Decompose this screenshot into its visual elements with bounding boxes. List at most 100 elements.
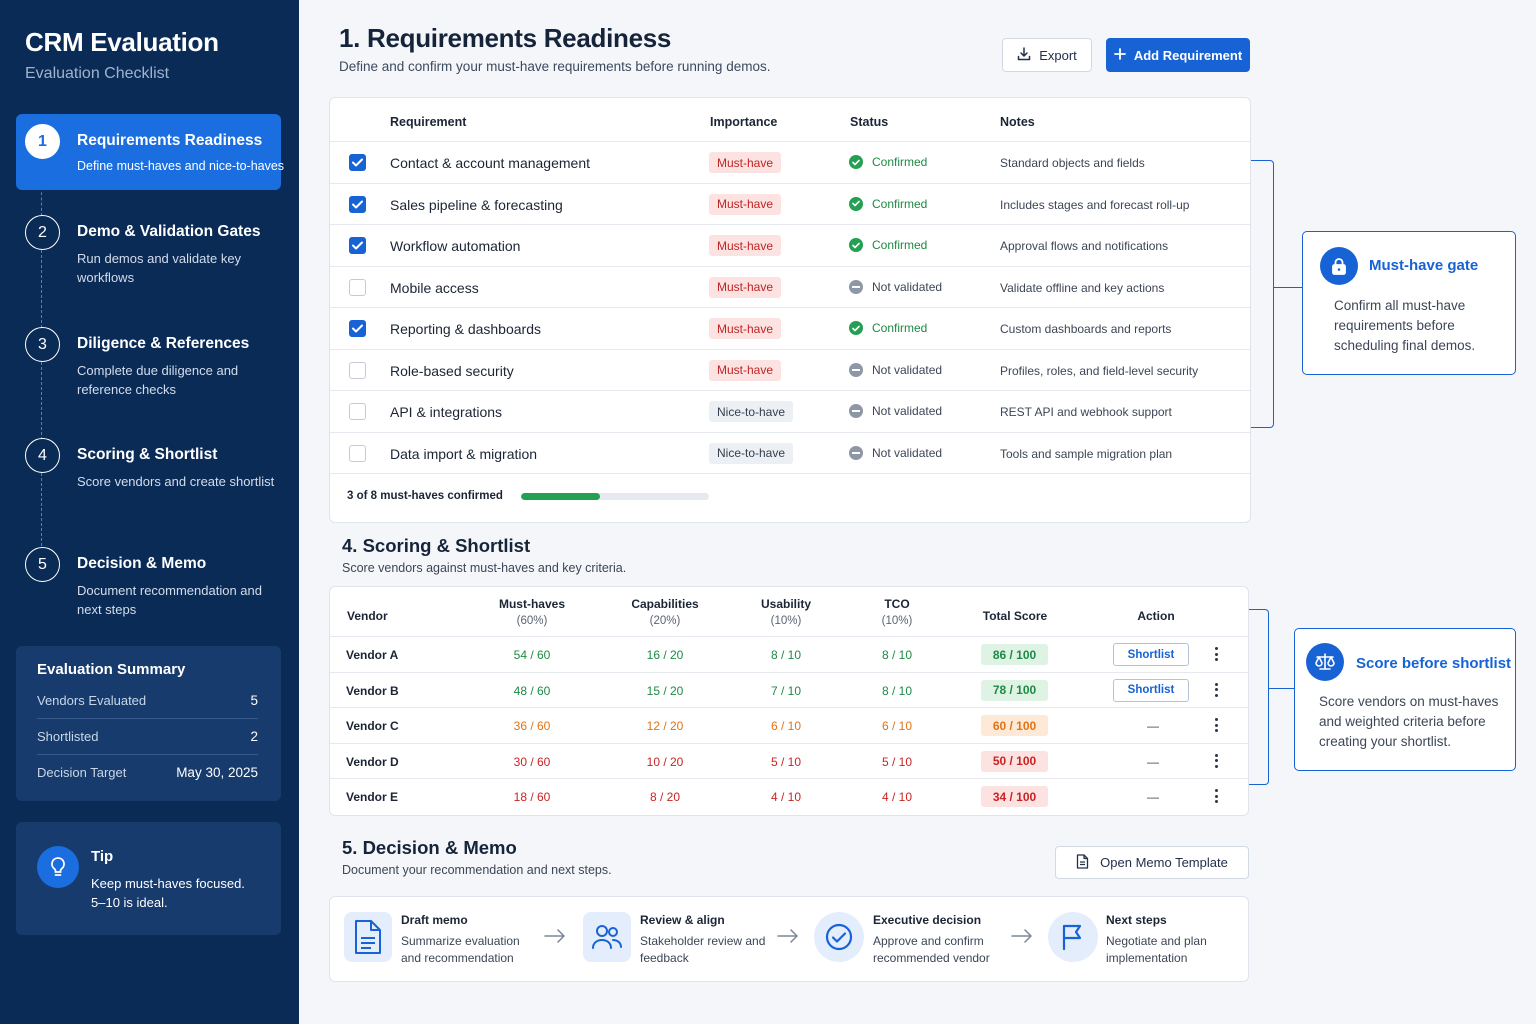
nav-step-diligence[interactable]: 3 Diligence & References Complete due di… [16,317,281,407]
shortlist-button[interactable]: Shortlist [1113,678,1189,702]
minus-circle-icon [849,279,863,294]
score-tco: 8 / 10 [881,648,913,662]
requirement-checkbox[interactable] [349,278,366,296]
nav-step-demo[interactable]: 2 Demo & Validation Gates Run demos and … [16,205,281,295]
flag-icon [1048,912,1098,962]
open-memo-template-button[interactable]: Open Memo Template [1055,846,1249,879]
sidebar: CRM Evaluation Evaluation Checklist 1 Re… [0,0,299,1024]
status-label: Not validated [872,404,943,418]
score-capabilities: 10 / 20 [646,754,684,769]
importance-badge: Nice-to-have [709,442,794,464]
score-capabilities: 8 / 20 [649,790,681,804]
scoring-title: 4. Scoring & Shortlist [342,535,531,556]
summary-title: Evaluation Summary [37,661,186,678]
importance-badge: Must-have [709,193,782,215]
export-label: Export [1039,47,1077,63]
status-label: Not validated [872,279,943,294]
no-action-dash: — [1147,790,1159,804]
col-header-usability: Usability (10%) [736,596,836,630]
col-header-weight: (20%) [649,615,681,627]
arrow-right-icon [1011,929,1032,943]
step-title: Scoring & Shortlist [77,446,218,463]
status-label: Confirmed [872,196,928,211]
nav-step-scoring[interactable]: 4 Scoring & Shortlist Score vendors and … [16,428,281,518]
arrow-right-icon [777,929,798,943]
step-number: 4 [25,438,60,473]
status-label: Not validated [872,362,943,377]
check-circle-icon [849,238,863,252]
tip-text: Keep must-haves focused. 5–10 is ideal. [91,876,245,910]
requirement-checkbox[interactable] [349,237,366,254]
vendor-name: Vendor C [346,719,399,733]
col-header-action: Action [1137,609,1175,623]
total-score-badge: 34 / 100 [981,786,1048,807]
requirement-checkbox[interactable] [349,444,366,462]
col-header-musthaves: Must-haves (60%) [482,596,582,630]
col-header-requirement: Requirement [390,115,467,129]
requirement-checkbox[interactable] [349,154,366,171]
vendor-name: Vendor D [346,754,399,769]
importance-badge: Must-have [709,235,782,256]
step-description: Document recommendation and next steps [77,583,262,617]
score-usability: 6 / 10 [770,719,802,733]
summary-row: Decision Target May 30, 2025 [37,754,258,790]
col-header-notes: Notes [1000,115,1035,129]
nav-step-requirements[interactable]: 1 Requirements Readiness Define must-hav… [16,114,284,190]
summary-row: Shortlisted 2 [37,719,258,755]
flow-step-desc: Stakeholder review and feedback [640,934,766,965]
flow-step-title: Draft memo [401,913,468,927]
score-usability: 4 / 10 [770,790,802,804]
evaluation-summary: Evaluation Summary Vendors Evaluated 5 S… [16,646,281,801]
table-row: Vendor B 48 / 60 15 / 20 7 / 10 8 / 10 78 / 1… [330,671,1248,708]
more-options-icon[interactable] [1210,752,1222,770]
requirement-note: Includes stages and forecast roll-up [1000,197,1190,212]
status-label: Confirmed [872,321,928,335]
requirement-checkbox[interactable] [349,195,366,213]
requirement-name: Workflow automation [390,238,521,254]
add-requirement-button[interactable]: Add Requirement [1106,38,1250,72]
tip-card: Tip Keep must-haves focused. 5–10 is ide… [16,822,281,935]
scoring-subtitle: Score vendors against must-haves and key… [342,561,627,575]
export-button[interactable]: Export [1002,38,1092,72]
decision-subtitle: Document your recommendation and next st… [342,863,612,877]
vendor-name: Vendor E [346,790,399,804]
more-options-icon[interactable] [1210,716,1222,734]
requirement-checkbox[interactable] [349,320,366,337]
nav-step-decision[interactable]: 5 Decision & Memo Document recommendatio… [16,537,281,627]
score-before-shortlist-callout: Score before shortlist Score vendors on … [1294,628,1516,771]
score-musthaves: 54 / 60 [513,648,551,662]
shortlist-button[interactable]: Shortlist [1113,643,1189,666]
more-options-icon[interactable] [1210,645,1222,663]
arrow-right-icon [544,929,565,943]
requirement-checkbox[interactable] [349,403,366,420]
col-header-weight: (10%) [881,615,913,627]
score-musthaves: 36 / 60 [513,719,551,733]
requirement-note: Standard objects and fields [1000,156,1145,170]
vendor-name: Vendor A [346,648,399,662]
add-requirement-label: Add Requirement [1133,47,1243,63]
status-indicator: Not validated [849,404,942,418]
score-connector [1269,688,1294,689]
table-row: Role-based security Must-have Not validate… [330,348,1250,391]
status-indicator: Confirmed [849,196,928,211]
people-icon [583,912,631,962]
table-row: Reporting & dashboards Must-have Confirmed… [330,307,1250,349]
requirement-name: Role-based security [390,362,514,379]
requirement-checkbox[interactable] [349,361,366,379]
more-options-icon[interactable] [1210,681,1222,699]
table-row: Vendor E 18 / 60 8 / 20 4 / 10 4 / 10 34 / 10… [330,778,1248,814]
page-subtitle: Define and confirm your must-have requir… [339,59,771,74]
check-circle-icon [849,196,863,211]
col-header-label: TCO [884,597,910,611]
status-label: Not validated [872,445,943,460]
score-musthaves: 48 / 60 [513,683,551,698]
col-header-weight: (60%) [516,615,548,627]
col-header-status: Status [850,115,889,129]
score-callout-title: Score before shortlist [1356,655,1512,672]
total-score-badge: 60 / 100 [981,715,1048,736]
flow-step-desc: Approve and confirm recommended vendor [873,934,990,965]
requirement-note: REST API and webhook support [1000,405,1172,419]
col-header-weight: (10%) [770,615,802,627]
more-options-icon[interactable] [1210,787,1222,805]
total-score-badge: 50 / 100 [981,750,1048,772]
